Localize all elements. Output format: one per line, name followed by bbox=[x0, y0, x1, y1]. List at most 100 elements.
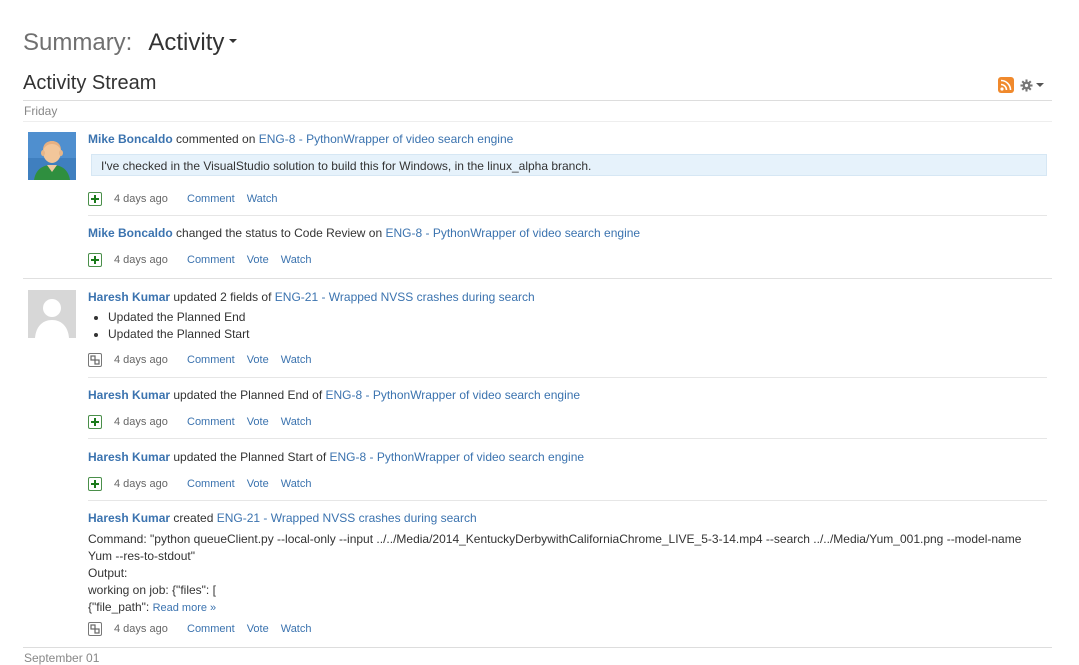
entry-meta: 4 days ago Comment Vote Watch bbox=[88, 414, 311, 430]
vote-button[interactable]: Vote bbox=[247, 623, 269, 635]
entry-summary: Haresh Kumar created ENG-21 - Wrapped NV… bbox=[88, 511, 1047, 525]
entry-separator bbox=[88, 438, 1047, 439]
description-line: working on job: {"files": [ bbox=[88, 583, 216, 597]
entry-summary: Haresh Kumar updated the Planned Start o… bbox=[88, 450, 1047, 464]
user-link[interactable]: Mike Boncaldo bbox=[88, 132, 173, 146]
activity-entry: Mike Boncaldo changed the status to Code… bbox=[88, 226, 1047, 271]
add-comment-icon[interactable] bbox=[88, 415, 102, 429]
chevron-down-icon bbox=[1036, 83, 1044, 87]
user-link[interactable]: Haresh Kumar bbox=[88, 290, 170, 304]
watch-button[interactable]: Watch bbox=[281, 416, 312, 428]
watch-button[interactable]: Watch bbox=[281, 478, 312, 490]
timestamp: 4 days ago bbox=[114, 254, 168, 266]
day-label: Friday bbox=[24, 104, 58, 118]
subtask-icon[interactable] bbox=[88, 353, 102, 367]
view-label: Activity bbox=[148, 29, 225, 56]
rss-feed-icon[interactable] bbox=[998, 77, 1014, 93]
watch-button[interactable]: Watch bbox=[281, 254, 312, 266]
timestamp: 4 days ago bbox=[114, 416, 168, 428]
comment-button[interactable]: Comment bbox=[187, 416, 235, 428]
list-item: Updated the Planned End bbox=[108, 309, 249, 326]
changed-fields-list: Updated the Planned End Updated the Plan… bbox=[108, 309, 249, 343]
gear-icon bbox=[1020, 78, 1033, 92]
add-comment-icon[interactable] bbox=[88, 192, 102, 206]
action-text: updated 2 fields of bbox=[170, 290, 275, 304]
stream-controls bbox=[998, 77, 1044, 93]
day-divider bbox=[23, 100, 1052, 101]
group-separator bbox=[23, 278, 1052, 279]
watch-button[interactable]: Watch bbox=[281, 623, 312, 635]
entry-summary: Mike Boncaldo commented on ENG-8 - Pytho… bbox=[88, 132, 1047, 146]
day-divider bbox=[23, 647, 1052, 648]
vote-button[interactable]: Vote bbox=[247, 478, 269, 490]
action-text: changed the status to Code Review on bbox=[172, 226, 386, 240]
vote-button[interactable]: Vote bbox=[247, 416, 269, 428]
page-title: Summary: Activity bbox=[23, 29, 238, 59]
activity-entry: Haresh Kumar created ENG-21 - Wrapped NV… bbox=[88, 511, 1047, 641]
user-link[interactable]: Haresh Kumar bbox=[88, 388, 170, 402]
activity-entry: Haresh Kumar updated the Planned End of … bbox=[88, 388, 1047, 433]
subtask-icon[interactable] bbox=[88, 622, 102, 636]
issue-link[interactable]: ENG-8 - PythonWrapper of video search en… bbox=[326, 388, 581, 402]
description-line: Yum --res-to-stdout" bbox=[88, 549, 195, 563]
watch-button[interactable]: Watch bbox=[281, 354, 312, 366]
add-comment-icon[interactable] bbox=[88, 253, 102, 267]
user-link[interactable]: Haresh Kumar bbox=[88, 511, 170, 525]
timestamp: 4 days ago bbox=[114, 354, 168, 366]
stream-settings-button[interactable] bbox=[1020, 78, 1044, 92]
entry-summary: Haresh Kumar updated 2 fields of ENG-21 … bbox=[88, 290, 1047, 304]
timestamp: 4 days ago bbox=[114, 623, 168, 635]
issue-link[interactable]: ENG-8 - PythonWrapper of video search en… bbox=[259, 132, 514, 146]
activity-group: Haresh Kumar updated 2 fields of ENG-21 … bbox=[23, 285, 1052, 647]
entry-separator bbox=[88, 215, 1047, 216]
comment-button[interactable]: Comment bbox=[187, 354, 235, 366]
summary-label: Summary: bbox=[23, 29, 133, 56]
timestamp: 4 days ago bbox=[114, 478, 168, 490]
description-line: {"file_path": Read more » bbox=[88, 599, 1047, 617]
comment-quote: I've checked in the VisualStudio solutio… bbox=[91, 154, 1047, 176]
issue-link[interactable]: ENG-21 - Wrapped NVSS crashes during sea… bbox=[275, 290, 535, 304]
comment-button[interactable]: Comment bbox=[187, 193, 235, 205]
issue-link[interactable]: ENG-8 - PythonWrapper of video search en… bbox=[386, 226, 641, 240]
activity-group: Mike Boncaldo commented on ENG-8 - Pytho… bbox=[23, 127, 1052, 277]
watch-button[interactable]: Watch bbox=[247, 193, 278, 205]
user-avatar[interactable] bbox=[28, 290, 76, 338]
entry-meta: 4 days ago Comment Watch bbox=[88, 191, 277, 207]
action-text: updated the Planned End of bbox=[170, 388, 326, 402]
read-more-link[interactable]: Read more » bbox=[153, 602, 217, 614]
view-selector[interactable]: Activity bbox=[148, 29, 238, 57]
issue-link[interactable]: ENG-21 - Wrapped NVSS crashes during sea… bbox=[217, 511, 477, 525]
vote-button[interactable]: Vote bbox=[247, 254, 269, 266]
vote-button[interactable]: Vote bbox=[247, 354, 269, 366]
list-item: Updated the Planned Start bbox=[108, 326, 249, 343]
action-text: created bbox=[170, 511, 217, 525]
comment-button[interactable]: Comment bbox=[187, 254, 235, 266]
entry-meta: 4 days ago Comment Vote Watch bbox=[88, 252, 311, 268]
issue-description: Command: "python queueClient.py --local-… bbox=[88, 531, 1047, 617]
entry-summary: Haresh Kumar updated the Planned End of … bbox=[88, 388, 1047, 402]
comment-button[interactable]: Comment bbox=[187, 623, 235, 635]
add-comment-icon[interactable] bbox=[88, 477, 102, 491]
comment-button[interactable]: Comment bbox=[187, 478, 235, 490]
entry-meta: 4 days ago Comment Vote Watch bbox=[88, 476, 311, 492]
description-line: Command: "python queueClient.py --local-… bbox=[88, 532, 1022, 546]
entry-meta: 4 days ago Comment Vote Watch bbox=[88, 621, 311, 637]
entry-meta: 4 days ago Comment Vote Watch bbox=[88, 352, 311, 368]
description-line: Output: bbox=[88, 566, 128, 580]
activity-entry: Haresh Kumar updated 2 fields of ENG-21 … bbox=[88, 290, 1047, 372]
chevron-down-icon bbox=[229, 39, 238, 43]
activity-entry: Haresh Kumar updated the Planned Start o… bbox=[88, 450, 1047, 495]
activity-entry: Mike Boncaldo commented on ENG-8 - Pytho… bbox=[88, 132, 1047, 214]
user-link[interactable]: Mike Boncaldo bbox=[88, 226, 173, 240]
activity-stream-title: Activity Stream bbox=[23, 72, 157, 94]
entry-separator bbox=[88, 377, 1047, 378]
issue-link[interactable]: ENG-8 - PythonWrapper of video search en… bbox=[329, 450, 584, 464]
timestamp: 4 days ago bbox=[114, 193, 168, 205]
description-text: {"file_path": bbox=[88, 600, 153, 614]
entry-separator bbox=[88, 500, 1047, 501]
user-avatar[interactable] bbox=[28, 132, 76, 180]
action-text: commented on bbox=[172, 132, 259, 146]
user-link[interactable]: Haresh Kumar bbox=[88, 450, 170, 464]
action-text: updated the Planned Start of bbox=[170, 450, 330, 464]
entry-summary: Mike Boncaldo changed the status to Code… bbox=[88, 226, 1047, 240]
